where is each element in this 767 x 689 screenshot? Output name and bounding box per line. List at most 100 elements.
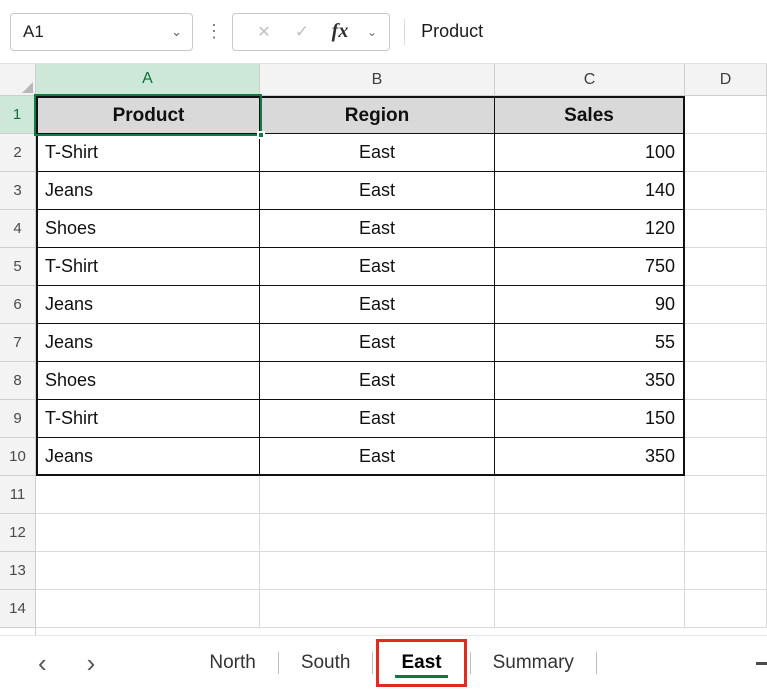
row-header-6[interactable]: 6: [0, 286, 36, 324]
name-box[interactable]: A1 ⌄: [10, 13, 193, 51]
formula-buttons: ✕ ✓ fx ⌄: [232, 13, 390, 51]
cell-C14[interactable]: [495, 590, 685, 628]
cell-C6[interactable]: 90: [495, 286, 685, 324]
row-header-11[interactable]: 11: [0, 476, 36, 514]
column-header-b[interactable]: B: [260, 64, 495, 96]
cell-C8[interactable]: 350: [495, 362, 685, 400]
cell-C2[interactable]: 100: [495, 134, 685, 172]
cell-B14[interactable]: [260, 590, 495, 628]
cell-A12[interactable]: [36, 514, 260, 552]
cell-D5[interactable]: [685, 248, 767, 286]
row-header-12[interactable]: 12: [0, 514, 36, 552]
cell-B13[interactable]: [260, 552, 495, 590]
cell-B6[interactable]: East: [260, 286, 495, 324]
sheet-nav-prev-icon[interactable]: ‹: [38, 650, 47, 676]
sheet-tab-east[interactable]: East: [379, 642, 463, 684]
cell-C5[interactable]: 750: [495, 248, 685, 286]
cell-D6[interactable]: [685, 286, 767, 324]
cell-B8[interactable]: East: [260, 362, 495, 400]
column-header-row: ABCD: [0, 64, 767, 96]
cell-B7[interactable]: East: [260, 324, 495, 362]
cell-D1[interactable]: [685, 96, 767, 134]
cell-A3[interactable]: Jeans: [36, 172, 260, 210]
formula-input[interactable]: Product: [405, 0, 767, 63]
row-header-stub: [0, 628, 36, 635]
cell-D2[interactable]: [685, 134, 767, 172]
insert-function-icon[interactable]: fx: [321, 20, 359, 43]
cell-C11[interactable]: [495, 476, 685, 514]
cell-D11[interactable]: [685, 476, 767, 514]
cell-A14[interactable]: [36, 590, 260, 628]
cell-C9[interactable]: 150: [495, 400, 685, 438]
row-header-7[interactable]: 7: [0, 324, 36, 362]
cell-B3[interactable]: East: [260, 172, 495, 210]
cell-B11[interactable]: [260, 476, 495, 514]
grid-row-9: 9T-ShirtEast150: [0, 400, 767, 438]
sheet-tab-north[interactable]: North: [187, 636, 277, 689]
cell-A4[interactable]: Shoes: [36, 210, 260, 248]
cell-A2[interactable]: T-Shirt: [36, 134, 260, 172]
excel-window: A1 ⌄ ⋮ ✕ ✓ fx ⌄ Product ABCD 1ProductReg…: [0, 0, 767, 689]
cell-B10[interactable]: East: [260, 438, 495, 476]
cancel-icon[interactable]: ✕: [245, 22, 283, 42]
cell-B4[interactable]: East: [260, 210, 495, 248]
row-header-4[interactable]: 4: [0, 210, 36, 248]
chevron-down-icon[interactable]: ⌄: [171, 24, 182, 40]
sheet-nav-next-icon[interactable]: ›: [87, 650, 96, 676]
row-header-14[interactable]: 14: [0, 590, 36, 628]
select-all-corner[interactable]: [0, 64, 36, 96]
sheet-tab-summary[interactable]: Summary: [471, 636, 596, 689]
grid-row-3: 3JeansEast140: [0, 172, 767, 210]
cell-D10[interactable]: [685, 438, 767, 476]
cell-A6[interactable]: Jeans: [36, 286, 260, 324]
cell-A5[interactable]: T-Shirt: [36, 248, 260, 286]
cell-C10[interactable]: 350: [495, 438, 685, 476]
cell-A11[interactable]: [36, 476, 260, 514]
cell-B1[interactable]: Region: [260, 96, 495, 134]
cell-D13[interactable]: [685, 552, 767, 590]
cell-D9[interactable]: [685, 400, 767, 438]
cell-C1[interactable]: Sales: [495, 96, 685, 134]
cell-C3[interactable]: 140: [495, 172, 685, 210]
cell-D12[interactable]: [685, 514, 767, 552]
formula-bar: A1 ⌄ ⋮ ✕ ✓ fx ⌄ Product: [0, 0, 767, 64]
cell-D14[interactable]: [685, 590, 767, 628]
cell-D8[interactable]: [685, 362, 767, 400]
sheet-tab-south[interactable]: South: [279, 636, 373, 689]
cell-A13[interactable]: [36, 552, 260, 590]
cell-C4[interactable]: 120: [495, 210, 685, 248]
cell-C12[interactable]: [495, 514, 685, 552]
column-header-d[interactable]: D: [685, 64, 767, 96]
formula-value: Product: [421, 21, 483, 42]
row-header-3[interactable]: 3: [0, 172, 36, 210]
cell-A8[interactable]: Shoes: [36, 362, 260, 400]
column-header-c[interactable]: C: [495, 64, 685, 96]
row-header-2[interactable]: 2: [0, 134, 36, 172]
row-header-9[interactable]: 9: [0, 400, 36, 438]
column-header-a[interactable]: A: [36, 64, 260, 96]
row-header-5[interactable]: 5: [0, 248, 36, 286]
cell-A10[interactable]: Jeans: [36, 438, 260, 476]
enter-icon[interactable]: ✓: [283, 22, 321, 42]
cell-A9[interactable]: T-Shirt: [36, 400, 260, 438]
cell-B2[interactable]: East: [260, 134, 495, 172]
cell-B5[interactable]: East: [260, 248, 495, 286]
row-header-1[interactable]: 1: [0, 96, 36, 134]
cell-A1[interactable]: Product: [36, 96, 260, 134]
grid-row-2: 2T-ShirtEast100: [0, 134, 767, 172]
cell-C13[interactable]: [495, 552, 685, 590]
add-sheet-icon[interactable]: [756, 662, 767, 665]
row-header-10[interactable]: 10: [0, 438, 36, 476]
row-header-8[interactable]: 8: [0, 362, 36, 400]
tab-separator: [596, 652, 597, 674]
cell-D7[interactable]: [685, 324, 767, 362]
chevron-down-icon[interactable]: ⌄: [367, 25, 377, 39]
cell-B9[interactable]: East: [260, 400, 495, 438]
cell-B12[interactable]: [260, 514, 495, 552]
cell-A7[interactable]: Jeans: [36, 324, 260, 362]
row-header-13[interactable]: 13: [0, 552, 36, 590]
grid-row-13: 13: [0, 552, 767, 590]
cell-D4[interactable]: [685, 210, 767, 248]
cell-C7[interactable]: 55: [495, 324, 685, 362]
cell-D3[interactable]: [685, 172, 767, 210]
